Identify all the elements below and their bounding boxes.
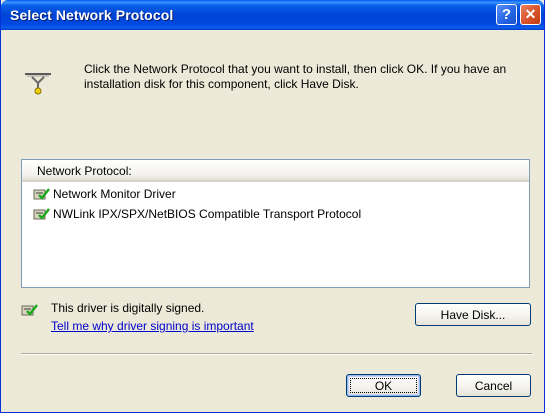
list-item-label: NWLink IPX/SPX/NetBIOS Compatible Transp… [53, 207, 362, 221]
list-column-header: Network Protocol: [22, 160, 529, 182]
driver-signing-help-link[interactable]: Tell me why driver signing is important [51, 319, 254, 333]
list-item[interactable]: Network Monitor Driver [33, 185, 176, 203]
separator [21, 353, 532, 355]
close-icon: ✕ [524, 6, 537, 22]
cancel-button[interactable]: Cancel [456, 374, 531, 397]
cancel-button-label: Cancel [474, 378, 513, 393]
protocol-list[interactable]: Network Protocol: Network Monitor Driver… [21, 159, 530, 288]
select-network-protocol-dialog: Select Network Protocol ? ✕ Click the Ne… [0, 0, 545, 413]
instruction-text: Click the Network Protocol that you want… [84, 62, 507, 91]
focus-ring [350, 378, 417, 393]
close-button[interactable]: ✕ [520, 4, 541, 25]
list-item-label: Network Monitor Driver [53, 187, 176, 201]
title-bar[interactable]: Select Network Protocol ? ✕ [1, 0, 544, 30]
help-button[interactable]: ? [496, 4, 517, 25]
signed-driver-icon [33, 188, 50, 200]
signing-status-text: This driver is digitally signed. [51, 301, 205, 315]
dialog-title: Select Network Protocol [10, 7, 174, 23]
list-column-header-label: Network Protocol: [37, 164, 132, 178]
list-item[interactable]: NWLink IPX/SPX/NetBIOS Compatible Transp… [33, 205, 361, 223]
have-disk-button-label: Have Disk... [440, 307, 506, 322]
signed-driver-icon [21, 304, 38, 316]
ok-button[interactable]: OK [346, 374, 421, 397]
signed-driver-icon [33, 208, 50, 220]
network-protocol-icon [25, 73, 51, 95]
have-disk-button[interactable]: Have Disk... [415, 303, 531, 326]
help-icon: ? [501, 6, 512, 23]
